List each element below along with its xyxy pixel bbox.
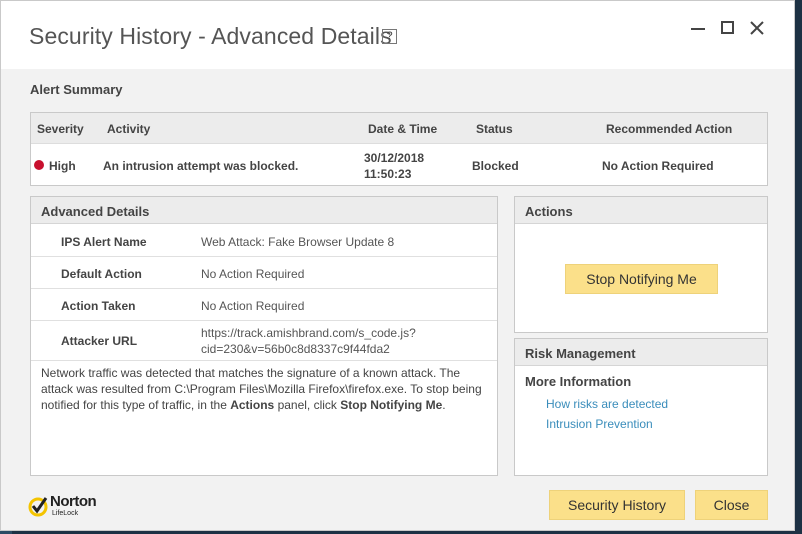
detail-value: No Action Required [201, 299, 305, 313]
alert-summary-heading: Alert Summary [30, 82, 123, 97]
column-status: Status [476, 122, 513, 136]
detail-label: Attacker URL [61, 334, 138, 348]
column-severity: Severity [37, 122, 84, 136]
advanced-details-heading: Advanced Details [31, 197, 497, 224]
actions-heading: Actions [515, 197, 767, 224]
maximize-button[interactable] [717, 17, 739, 39]
detail-row-action-taken: Action Taken No Action Required [31, 289, 497, 321]
detail-label: Action Taken [61, 299, 136, 313]
description-bold-stop: Stop Notifying Me [340, 398, 443, 412]
description-bold-actions: Actions [230, 398, 275, 412]
severity-value: High [49, 159, 76, 173]
security-history-dialog: Security History - Advanced Details ? Al… [0, 0, 795, 531]
stop-notifying-button[interactable]: Stop Notifying Me [565, 264, 718, 294]
intrusion-prevention-link[interactable]: Intrusion Prevention [546, 417, 653, 431]
risk-management-panel: Risk Management More Information How ris… [514, 338, 768, 476]
status-value: Blocked [472, 159, 519, 173]
norton-logo-text: Norton [50, 493, 97, 510]
alert-summary-table: Severity Activity Date & Time Status Rec… [30, 112, 768, 186]
dialog-header: Security History - Advanced Details ? [1, 1, 794, 69]
close-icon [750, 21, 764, 35]
minimize-button[interactable] [687, 17, 709, 39]
lifelock-logo-text: LifeLock [52, 510, 79, 517]
norton-logo: Norton LifeLock [28, 491, 118, 521]
minimize-icon [691, 28, 705, 30]
detail-label: IPS Alert Name [61, 235, 147, 249]
dialog-title: Security History - Advanced Details [29, 23, 392, 49]
activity-value: An intrusion attempt was blocked. [103, 159, 299, 173]
attacker-url-line-2: cid=230&v=56b0c8d8337c9f44fda2 [201, 342, 390, 356]
detail-label: Default Action [61, 267, 142, 281]
time-value: 11:50:23 [364, 167, 412, 181]
detail-row-default-action: Default Action No Action Required [31, 257, 497, 289]
detail-description: Network traffic was detected that matche… [41, 365, 491, 413]
severity-dot-icon [34, 160, 44, 170]
detail-row-ips-alert-name: IPS Alert Name Web Attack: Fake Browser … [31, 225, 497, 257]
attacker-url-line-1: https://track.amishbrand.com/s_code.js? [201, 326, 416, 340]
description-text-3: . [442, 398, 446, 412]
detail-row-attacker-url: Attacker URL https://track.amishbrand.co… [31, 321, 497, 361]
help-icon[interactable]: ? [382, 29, 397, 44]
how-risks-detected-link[interactable]: How risks are detected [546, 397, 668, 411]
security-history-button[interactable]: Security History [549, 490, 685, 520]
column-recommended-action: Recommended Action [606, 122, 733, 136]
description-text-2: panel, click [274, 398, 341, 412]
actions-panel: Actions Stop Notifying Me [514, 196, 768, 333]
more-information-heading: More Information [525, 374, 632, 389]
alert-summary-header-row: Severity Activity Date & Time Status Rec… [31, 113, 767, 144]
norton-check-icon [28, 497, 48, 517]
detail-value: No Action Required [201, 267, 305, 281]
close-window-button[interactable] [746, 17, 768, 39]
column-activity: Activity [107, 122, 151, 136]
maximize-icon [721, 21, 734, 34]
advanced-details-panel: Advanced Details IPS Alert Name Web Atta… [30, 196, 498, 476]
detail-value: Web Attack: Fake Browser Update 8 [201, 235, 395, 249]
risk-management-heading: Risk Management [515, 339, 767, 366]
date-value: 30/12/2018 [364, 151, 425, 165]
column-date-time: Date & Time [368, 122, 438, 136]
close-button[interactable]: Close [695, 490, 768, 520]
recommended-action-value: No Action Required [602, 159, 714, 173]
